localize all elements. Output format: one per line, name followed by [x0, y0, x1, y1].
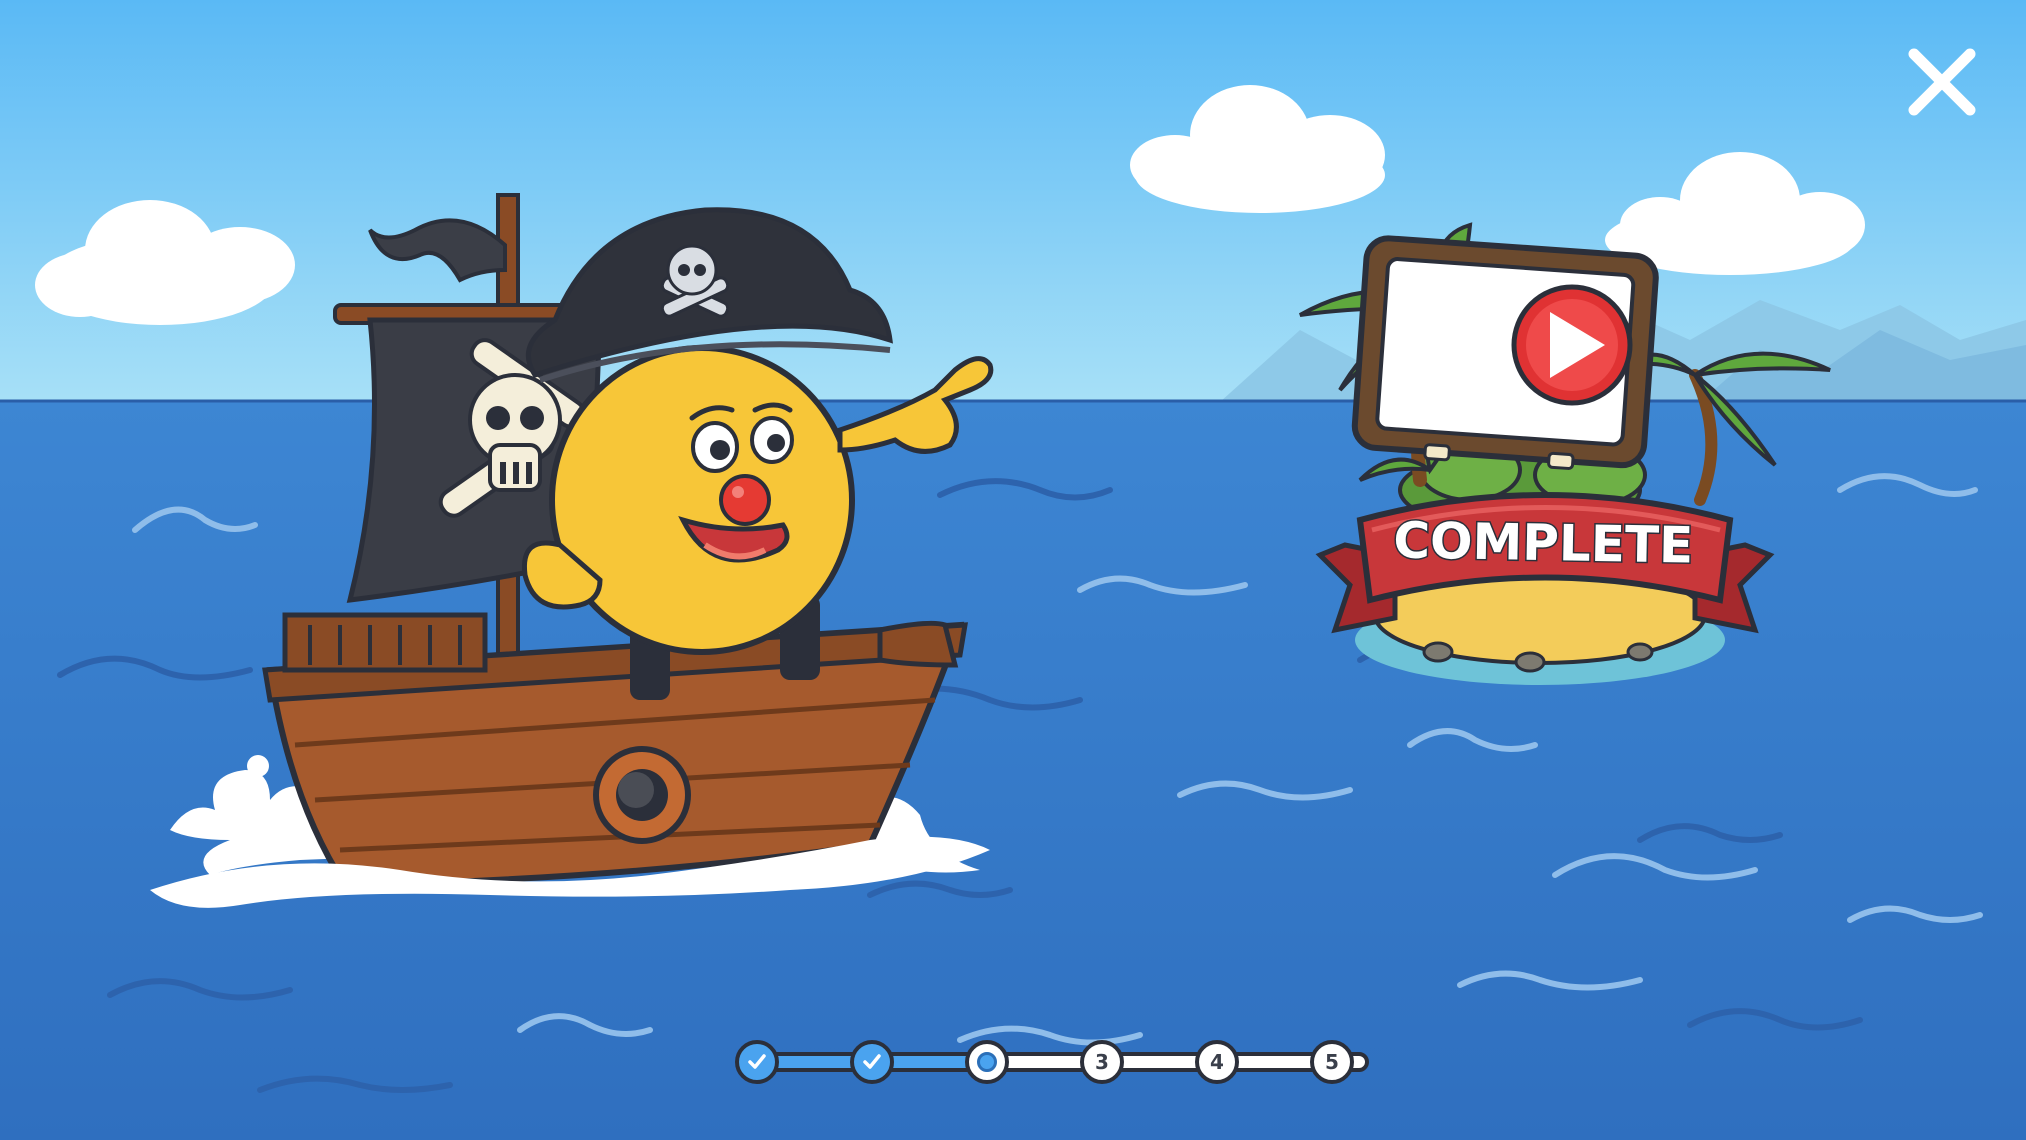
game-stage: COMPLETE 3 4 5 — [0, 0, 2026, 1140]
progress-step-5[interactable]: 5 — [1310, 1040, 1354, 1084]
play-icon — [1511, 284, 1633, 406]
progress-step-3[interactable]: 3 — [1080, 1040, 1124, 1084]
progress-step-label: 4 — [1210, 1050, 1224, 1074]
progress-step-4[interactable]: 4 — [1195, 1040, 1239, 1084]
progress-step-label: 3 — [1095, 1050, 1109, 1074]
progress-step-1[interactable] — [735, 1040, 779, 1084]
progress-step-2[interactable] — [850, 1040, 894, 1084]
ocean-scene: COMPLETE — [0, 0, 2026, 1140]
close-icon — [1908, 48, 1976, 116]
progress-step-label: 5 — [1325, 1050, 1339, 1074]
current-step-dot — [977, 1052, 997, 1072]
complete-badge-label: COMPLETE — [1393, 511, 1694, 574]
progress-step-current[interactable] — [965, 1040, 1009, 1084]
check-icon — [748, 1054, 766, 1069]
close-button[interactable] — [1900, 40, 1984, 124]
check-icon — [863, 1054, 881, 1069]
